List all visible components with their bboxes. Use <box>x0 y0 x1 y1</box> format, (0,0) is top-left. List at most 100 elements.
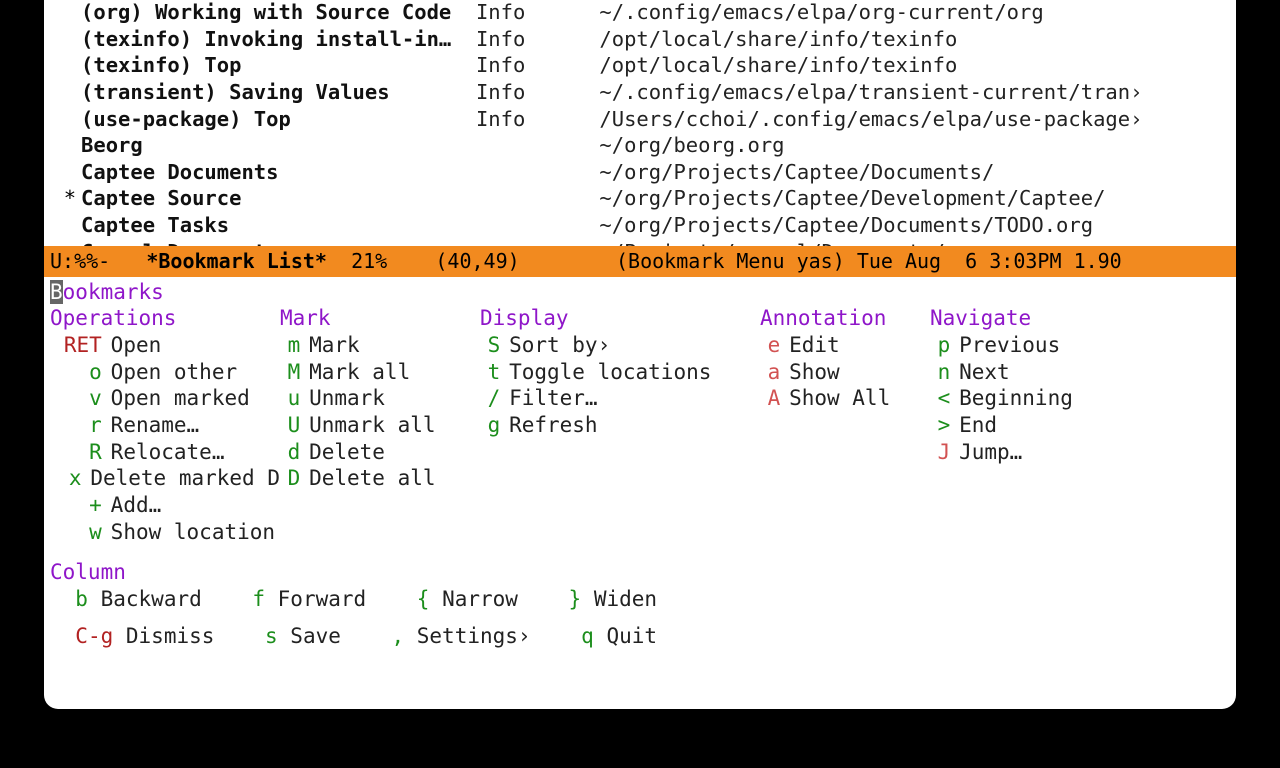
modeline-load: 1.90 <box>1074 249 1122 273</box>
key-label: Open other <box>111 359 237 386</box>
bookmark-list-buffer[interactable]: (org) Working with Source Code Info ~/.c… <box>44 0 1236 246</box>
key-entry[interactable]: oOpen other <box>50 359 280 386</box>
key-entry[interactable]: RRelocate… <box>50 439 280 466</box>
key-entry[interactable]: nNext <box>930 359 1120 386</box>
key-label: Sort by› <box>509 332 610 359</box>
key: d <box>280 439 309 466</box>
key-entry[interactable]: xDelete marked D <box>50 465 280 492</box>
key-entry[interactable]: <Beginning <box>930 385 1120 412</box>
key-label: Rename… <box>111 412 200 439</box>
modeline-buffer-name: *Bookmark List* <box>146 249 327 273</box>
key[interactable]: { <box>417 587 430 611</box>
key: M <box>280 359 309 386</box>
key-entry[interactable]: MMark all <box>280 359 480 386</box>
key: p <box>930 332 959 359</box>
key-label: Open <box>111 332 162 359</box>
key[interactable]: } <box>569 587 582 611</box>
bookmark-row[interactable]: (texinfo) Invoking install-in… Info /opt… <box>44 26 1234 53</box>
key-entry[interactable]: RETOpen <box>50 332 280 359</box>
key-label: Show location <box>111 519 275 546</box>
key-label: Unmark <box>309 385 385 412</box>
bookmark-row[interactable]: Beorg ~/org/beorg.org <box>44 132 1234 159</box>
emacs-window: (org) Working with Source Code Info ~/.c… <box>44 0 1236 709</box>
bookmark-row[interactable]: Captee Tasks ~/org/Projects/Captee/Docum… <box>44 212 1234 239</box>
key: g <box>480 412 509 439</box>
bookmark-name: (texinfo) Invoking install-in… <box>81 26 476 53</box>
key-entry[interactable]: vOpen marked <box>50 385 280 412</box>
key-entry[interactable]: tToggle locations <box>480 359 760 386</box>
panel-columns: Operations RETOpenoOpen othervOpen marke… <box>50 305 1230 545</box>
key-entry[interactable]: pPrevious <box>930 332 1120 359</box>
key-entry[interactable]: gRefresh <box>480 412 760 439</box>
heading-column: Column <box>50 559 1230 586</box>
modeline-mode: (Bookmark Menu yas) <box>616 249 845 273</box>
key[interactable]: f <box>252 587 265 611</box>
bookmark-row[interactable]: (texinfo) Top Info /opt/local/share/info… <box>44 52 1234 79</box>
key-label: Delete <box>309 439 385 466</box>
key: S <box>480 332 509 359</box>
bookmark-file: ~/org/Projects/Captee/Documents/TODO.org <box>476 212 1093 239</box>
key-label: Show All <box>789 385 890 412</box>
key[interactable]: , <box>391 624 404 648</box>
bookmark-row[interactable]: Casual Documents ~/Projects/casual/Docum… <box>44 239 1234 246</box>
key: e <box>760 332 789 359</box>
modeline-percent: 21% <box>351 249 387 273</box>
key: D <box>280 465 309 492</box>
key: > <box>930 412 959 439</box>
key-entry[interactable]: SSort by› <box>480 332 760 359</box>
key-entry[interactable]: uUnmark <box>280 385 480 412</box>
key-label: Narrow <box>442 587 518 611</box>
key-entry[interactable]: dDelete <box>280 439 480 466</box>
key-entry[interactable]: wShow location <box>50 519 280 546</box>
key-label: Add… <box>111 492 162 519</box>
modeline-time: Tue Aug 6 3:03PM <box>857 249 1062 273</box>
key-entry[interactable]: UUnmark all <box>280 412 480 439</box>
key-label: Toggle locations <box>509 359 711 386</box>
bookmark-row[interactable]: Captee Documents ~/org/Projects/Captee/D… <box>44 159 1234 186</box>
key-entry[interactable]: AShow All <box>760 385 930 412</box>
bookmark-row[interactable]: (org) Working with Source Code Info ~/.c… <box>44 0 1234 26</box>
heading-display: Display <box>480 305 760 332</box>
col-display: Display SSort by›tToggle locations/Filte… <box>480 305 760 438</box>
bookmark-row[interactable]: (use-package) Top Info /Users/cchoi/.con… <box>44 106 1234 133</box>
key-entry[interactable]: >End <box>930 412 1120 439</box>
column-row: b Backward f Forward { Narrow } Widen <box>50 586 1230 613</box>
bookmark-row[interactable]: (transient) Saving Values Info ~/.config… <box>44 79 1234 106</box>
key-entry[interactable]: /Filter… <box>480 385 760 412</box>
bookmark-name: (use-package) Top <box>81 106 476 133</box>
bookmark-file: ~/org/Projects/Captee/Development/Captee… <box>476 185 1105 212</box>
key-label: Show <box>789 359 840 386</box>
col-annotation: Annotation eEditaShowAShow All <box>760 305 930 412</box>
key-label: Mark all <box>309 359 410 386</box>
col-navigate: Navigate pPreviousnNext<Beginning>EndJJu… <box>930 305 1120 465</box>
key: x <box>50 465 90 492</box>
key-entry[interactable]: mMark <box>280 332 480 359</box>
bookmark-name: Beorg <box>81 132 476 159</box>
bookmark-row[interactable]: *Captee Source ~/org/Projects/Captee/Dev… <box>44 185 1234 212</box>
key[interactable]: b <box>75 587 88 611</box>
key: U <box>280 412 309 439</box>
key-label: Previous <box>959 332 1060 359</box>
bookmark-file: Info /opt/local/share/info/texinfo <box>476 52 957 79</box>
bookmark-name: (transient) Saving Values <box>81 79 476 106</box>
key-label: Save <box>290 624 341 648</box>
key[interactable]: C-g <box>75 624 113 648</box>
key-label: Delete all <box>309 465 435 492</box>
key-entry[interactable]: eEdit <box>760 332 930 359</box>
key: a <box>760 359 789 386</box>
key-label: Beginning <box>959 385 1073 412</box>
key-entry[interactable]: JJump… <box>930 439 1120 466</box>
key: n <box>930 359 959 386</box>
key-label: Refresh <box>509 412 598 439</box>
key-entry[interactable]: +Add… <box>50 492 280 519</box>
heading-navigate: Navigate <box>930 305 1120 332</box>
key[interactable]: s <box>265 624 278 648</box>
key-entry[interactable]: DDelete all <box>280 465 480 492</box>
key-entry[interactable]: rRename… <box>50 412 280 439</box>
key[interactable]: q <box>581 624 594 648</box>
key-label: Unmark all <box>309 412 435 439</box>
bookmark-file: Info /Users/cchoi/.config/emacs/elpa/use… <box>476 106 1142 133</box>
bookmark-file: ~/Projects/casual/Documents/ <box>476 239 945 246</box>
key-label: Delete marked D <box>90 465 280 492</box>
key-entry[interactable]: aShow <box>760 359 930 386</box>
